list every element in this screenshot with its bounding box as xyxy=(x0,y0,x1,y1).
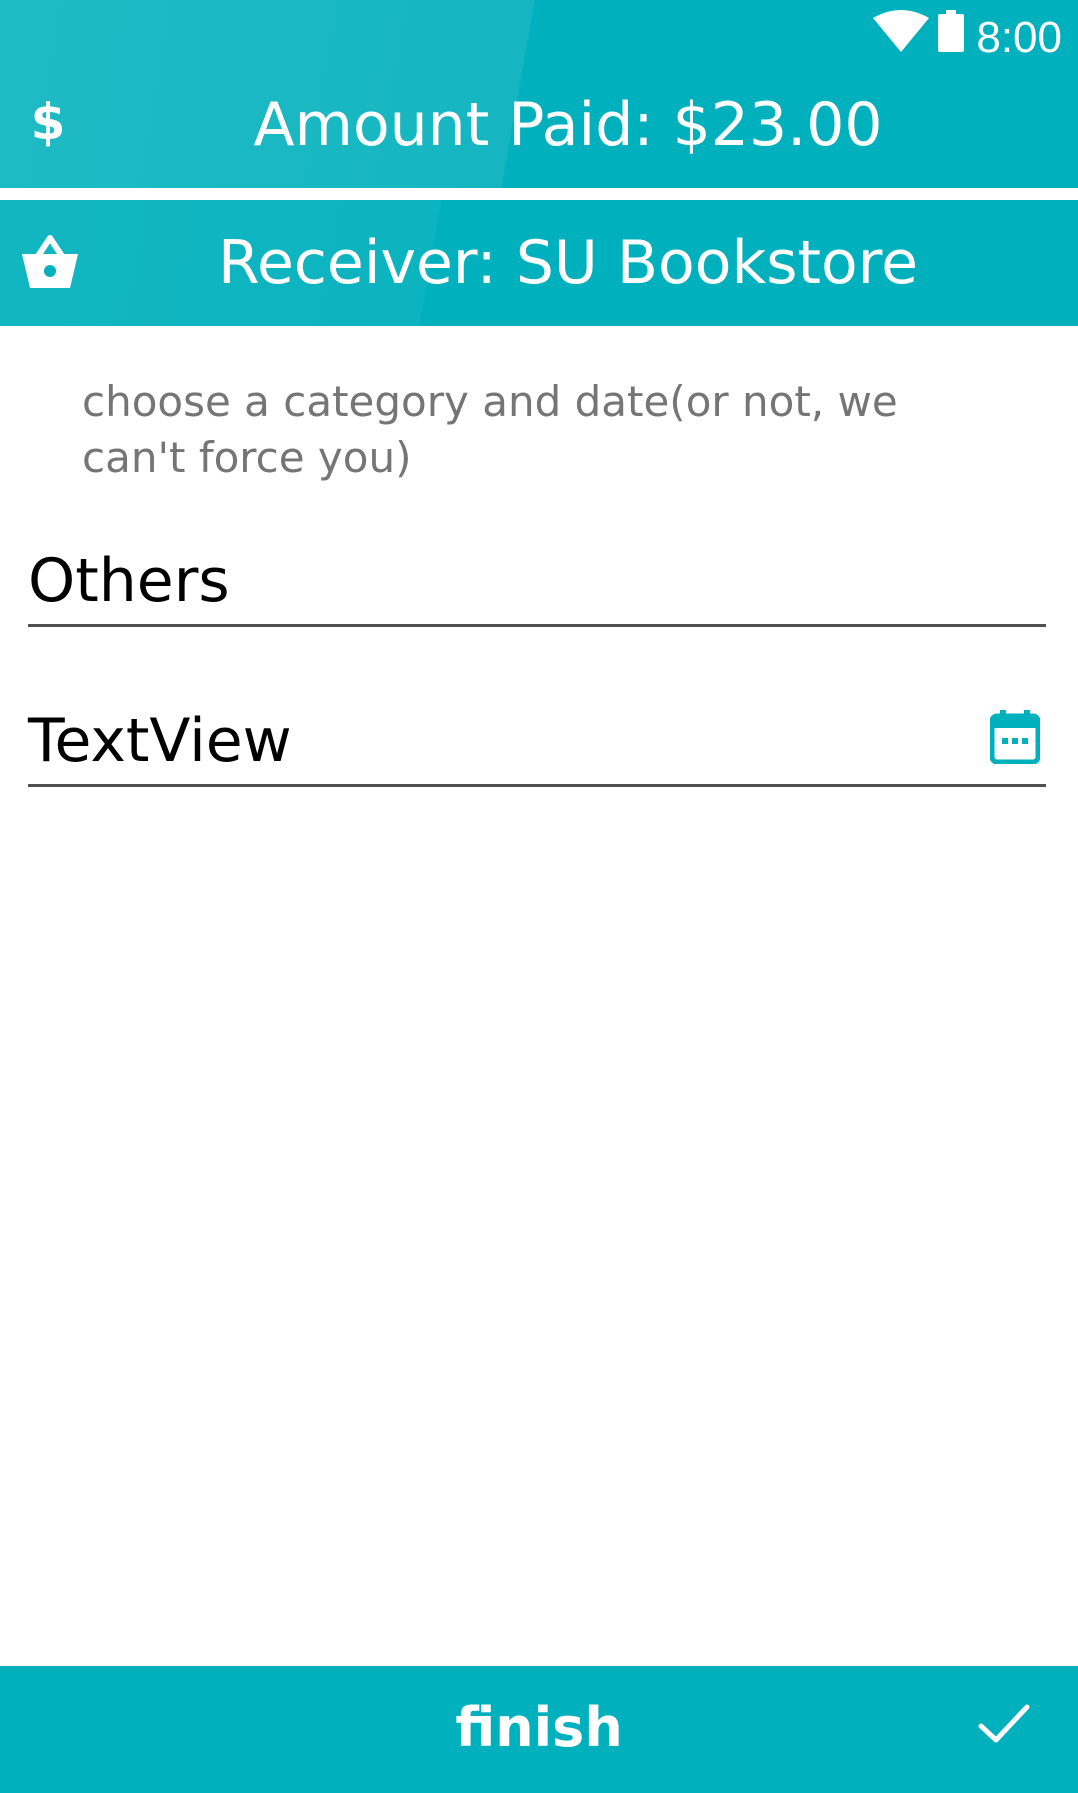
check-icon xyxy=(978,1704,1030,1743)
dollar-icon: $ xyxy=(30,93,66,151)
category-date-hint: choose a category and date(or not, we ca… xyxy=(82,377,898,482)
status-time: 8:00 xyxy=(976,13,1062,62)
battery-icon xyxy=(938,10,964,52)
category-value: Others xyxy=(28,546,230,616)
date-value: TextView xyxy=(28,706,292,776)
receiver-label: Receiver: SU Bookstore xyxy=(218,228,918,298)
finish-button[interactable]: finish xyxy=(0,1666,1078,1793)
amount-row[interactable]: $ Amount Paid: $23.00 xyxy=(0,72,1078,188)
calendar-icon[interactable] xyxy=(990,710,1040,764)
finish-label: finish xyxy=(455,1696,623,1759)
amount-paid-label: Amount Paid: $23.00 xyxy=(253,90,883,160)
app-header: 8:00 $ Amount Paid: $23.00 xyxy=(0,0,1078,188)
header-divider xyxy=(0,188,1078,200)
receiver-row[interactable]: Receiver: SU Bookstore xyxy=(0,200,1078,326)
basket-icon xyxy=(22,235,78,288)
category-field[interactable]: Others xyxy=(28,540,1046,627)
wifi-icon xyxy=(873,10,929,52)
date-field[interactable]: TextView xyxy=(28,700,1046,787)
status-bar: 8:00 xyxy=(0,0,1078,72)
